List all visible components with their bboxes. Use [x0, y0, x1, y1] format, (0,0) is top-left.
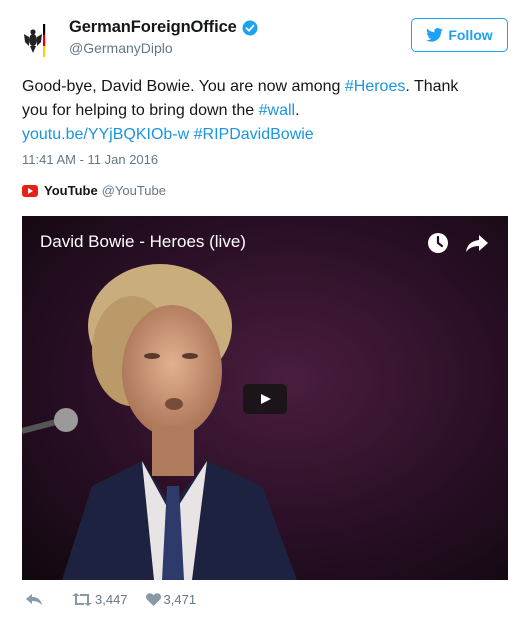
embed-source-name[interactable]: YouTube — [44, 183, 98, 198]
tweet-text: Good-bye, David Bowie. You are now among — [22, 78, 345, 95]
eagle-coat-of-arms-icon[interactable] — [22, 22, 62, 62]
verified-badge-icon — [242, 20, 258, 35]
hashtag-wall[interactable]: #wall — [259, 102, 295, 119]
tweet-text-line-3: youtu.be/YYjBQKIOb-w #RIPDavidBowie — [22, 124, 314, 146]
tweet-timestamp[interactable]: 11:41 AM - 11 Jan 2016 — [22, 152, 158, 167]
follow-button[interactable]: Follow — [411, 18, 508, 52]
embed-source[interactable]: YouTube @YouTube — [22, 183, 166, 198]
reply-button[interactable] — [26, 593, 42, 606]
display-name[interactable]: GermanForeignOffice — [69, 18, 237, 37]
retweet-button[interactable]: 3,447 — [72, 592, 128, 607]
tweet-card: GermanForeignOffice @GermanyDiplo Follow… — [0, 0, 526, 621]
author-name-row[interactable]: GermanForeignOffice — [69, 18, 258, 37]
video-player[interactable]: David Bowie - Heroes (live) — [22, 216, 508, 580]
tweet-text-line-2: you for helping to bring down the #wall. — [22, 100, 300, 122]
share-arrow-icon[interactable] — [466, 233, 488, 253]
retweet-count[interactable]: 3,447 — [95, 592, 128, 607]
heart-icon — [145, 593, 161, 606]
retweet-icon — [72, 593, 92, 606]
tweet-text: . — [295, 102, 300, 119]
tweet-text: . Thank — [405, 78, 459, 95]
hashtag-heroes[interactable]: #Heroes — [345, 78, 405, 95]
embed-source-handle[interactable]: @YouTube — [102, 183, 166, 198]
tweet-actions: 3,447 3,471 — [26, 592, 196, 607]
like-count[interactable]: 3,471 — [164, 592, 197, 607]
play-icon[interactable] — [243, 384, 287, 414]
tweet-text: you for helping to bring down the — [22, 102, 259, 119]
twitter-bird-icon — [426, 28, 444, 42]
youtube-logo-icon — [22, 184, 38, 197]
youtube-link[interactable]: youtu.be/YYjBQKIOb-w — [22, 126, 189, 143]
reply-icon — [26, 593, 42, 605]
video-title: David Bowie - Heroes (live) — [40, 232, 246, 251]
hashtag-ripdavidbowie[interactable]: #RIPDavidBowie — [194, 126, 314, 143]
user-handle[interactable]: @GermanyDiplo — [69, 40, 173, 56]
tweet-text-line-1: Good-bye, David Bowie. You are now among… — [22, 76, 458, 98]
like-button[interactable]: 3,471 — [145, 592, 197, 607]
follow-label: Follow — [448, 27, 493, 43]
clock-icon[interactable] — [427, 232, 449, 254]
